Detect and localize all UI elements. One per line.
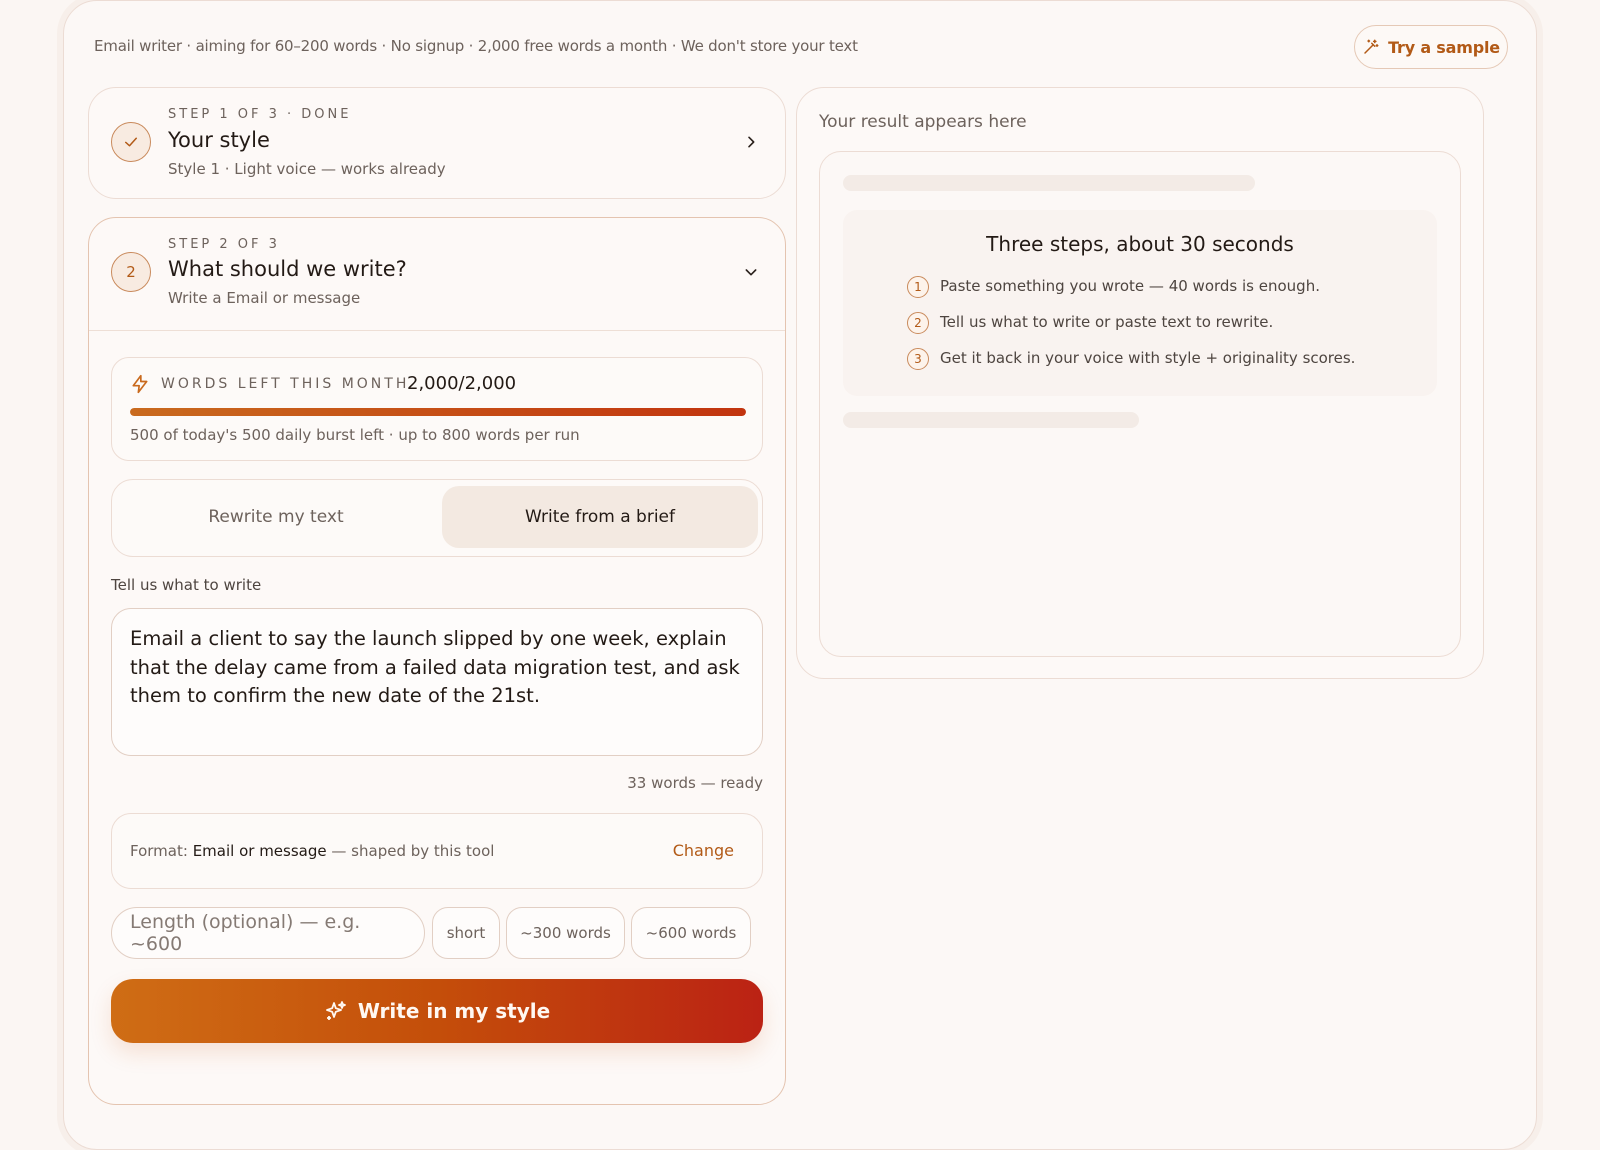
words-left-label: WORDS LEFT THIS MONTH xyxy=(161,376,410,392)
step2-card: 2 STEP 2 OF 3 What should we write? Writ… xyxy=(88,217,786,1105)
try-sample-label: Try a sample xyxy=(1388,37,1500,57)
length-input[interactable]: Length (optional) — e.g. ~600 xyxy=(111,907,425,959)
step2-subtitle: Write a Email or message xyxy=(168,289,361,307)
step1-eyebrow: STEP 1 OF 3 · DONE xyxy=(168,107,352,122)
app-frame: Email writer · aiming for 60–200 words ·… xyxy=(63,0,1537,1150)
chevron-right-icon[interactable] xyxy=(743,134,759,150)
topbar-info: Email writer · aiming for 60–200 words ·… xyxy=(94,37,858,55)
write-in-my-style-button[interactable]: Write in my style xyxy=(111,979,763,1043)
length-chip-600[interactable]: ~600 words xyxy=(631,907,751,959)
step2-title: What should we write? xyxy=(168,257,407,281)
how-it-works-step-text: Tell us what to write or paste text to r… xyxy=(940,313,1274,331)
mode-toggle: Rewrite my text Write from a brief xyxy=(111,479,763,557)
step1-subtitle: Style 1 · Light voice — works already xyxy=(168,160,446,178)
result-preview: Three steps, about 30 seconds 1 Paste so… xyxy=(819,151,1461,657)
result-card: Your result appears here Three steps, ab… xyxy=(796,87,1484,679)
brief-textarea[interactable]: Email a client to say the launch slipped… xyxy=(111,608,763,756)
submit-label: Write in my style xyxy=(357,999,551,1023)
try-sample-button[interactable]: Try a sample xyxy=(1354,25,1508,69)
how-it-works-step-text: Paste something you wrote — 40 words is … xyxy=(940,277,1320,295)
daily-burst-note: 500 of today's 500 daily burst left · up… xyxy=(130,426,580,444)
step1-card[interactable]: STEP 1 OF 3 · DONE Your style Style 1 · … xyxy=(88,87,786,199)
how-it-works-panel: Three steps, about 30 seconds 1 Paste so… xyxy=(843,210,1437,396)
step2-divider xyxy=(89,330,785,331)
format-description: Format: Email or message — shaped by thi… xyxy=(130,842,494,860)
words-left-panel: WORDS LEFT THIS MONTH 2,000/2,000 500 of… xyxy=(111,357,763,461)
sparkles-icon xyxy=(325,1001,346,1020)
format-suffix: — shaped by this tool xyxy=(331,842,495,860)
rewrite-my-text-tab[interactable]: Rewrite my text xyxy=(118,486,434,548)
lightning-icon xyxy=(132,374,148,394)
length-chip-300[interactable]: ~300 words xyxy=(506,907,625,959)
words-left-count: 2,000/2,000 xyxy=(407,373,517,394)
skeleton-line xyxy=(843,412,1139,428)
step1-title: Your style xyxy=(168,128,270,152)
skeleton-line xyxy=(843,175,1255,191)
chevron-down-icon[interactable] xyxy=(743,264,759,280)
length-chip-short[interactable]: short xyxy=(432,907,500,959)
how-it-works-heading: Three steps, about 30 seconds xyxy=(986,232,1294,256)
change-format-link[interactable]: Change xyxy=(673,841,734,860)
magic-wand-icon xyxy=(1364,39,1379,54)
write-from-brief-tab[interactable]: Write from a brief xyxy=(442,486,758,548)
format-panel: Format: Email or message — shaped by thi… xyxy=(111,813,763,889)
step2-eyebrow: STEP 2 OF 3 xyxy=(168,237,280,252)
format-value: Email or message xyxy=(192,842,327,860)
step2-number: 2 xyxy=(111,252,151,292)
how-it-works-step-text: Get it back in your voice with style + o… xyxy=(940,349,1356,367)
step-number-badge: 2 xyxy=(907,312,929,334)
brief-label: Tell us what to write xyxy=(111,576,262,594)
check-icon xyxy=(111,122,151,162)
word-count-status: 33 words — ready xyxy=(627,774,763,792)
result-title: Your result appears here xyxy=(819,112,1027,132)
words-progress-fill xyxy=(130,408,746,416)
step-number-badge: 3 xyxy=(907,348,929,370)
step-number-badge: 1 xyxy=(907,276,929,298)
format-prefix: Format: xyxy=(130,842,188,860)
words-progress-bar xyxy=(130,408,746,416)
